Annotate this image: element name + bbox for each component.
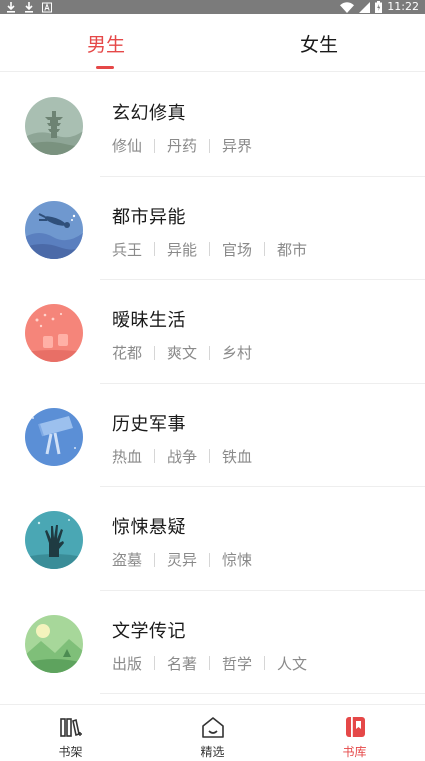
category-tags: 花都 爽文 乡村 [112, 342, 252, 363]
tag[interactable]: 都市 [277, 239, 307, 260]
category-title: 暧昧生活 [112, 310, 186, 331]
status-bar: 11:22 [0, 0, 425, 14]
tag[interactable]: 人文 [277, 653, 307, 674]
tab-female[interactable]: 女生 [213, 14, 425, 72]
tag-separator [209, 242, 211, 256]
diver-icon [25, 200, 83, 259]
category-row-jingsong[interactable]: 惊悚悬疑 盗墓 灵异 惊悚 [0, 487, 425, 591]
nav-label: 精选 [200, 745, 225, 759]
tab-male[interactable]: 男生 [0, 14, 212, 72]
tag-separator [209, 552, 211, 567]
category-title: 惊悚悬疑 [112, 517, 186, 538]
nav-featured[interactable]: 精选 [142, 705, 283, 761]
tag-separator [209, 449, 211, 463]
tag-separator [154, 345, 156, 360]
tag[interactable]: 爽文 [167, 342, 197, 363]
landscape-icon [25, 614, 83, 673]
tag[interactable]: 官场 [222, 239, 252, 260]
category-title: 历史军事 [112, 413, 186, 435]
download-icon [7, 1, 15, 13]
zombie-hand-icon [25, 511, 83, 569]
gender-tabs: 男生 女生 [0, 14, 425, 72]
tag-separator [264, 656, 266, 670]
clock: 11:22 [387, 0, 419, 13]
battery-icon [375, 1, 383, 13]
flowers-icon [25, 304, 83, 362]
wifi-icon [340, 1, 355, 13]
category-tags: 盗墓 灵异 惊悚 [112, 549, 252, 570]
pagoda-icon [25, 97, 83, 155]
system-indicators: 11:22 [340, 0, 419, 14]
tag[interactable]: 铁血 [222, 446, 252, 467]
tag-separator [154, 449, 156, 463]
category-row-dushi[interactable]: 都市异能 兵王 异能 官场 都市 [0, 177, 425, 280]
tag[interactable]: 盗墓 [112, 549, 142, 570]
library-icon [345, 717, 365, 737]
active-tab-indicator [96, 66, 114, 69]
category-title: 玄幻修真 [112, 103, 186, 124]
nav-bookshelf[interactable]: 书架 [0, 705, 141, 761]
category-list: 玄幻修真 修仙 丹药 异界 都市异能 兵王 异能 官场 都市 暧昧生活 花都 爽… [0, 73, 425, 694]
notification-icons [6, 1, 52, 13]
nav-label: 书架 [58, 745, 83, 759]
bookshelf-icon [59, 718, 82, 737]
bottom-nav: 书架 精选 书库 [0, 704, 425, 761]
tag-separator [154, 552, 156, 567]
category-row-wenxue[interactable]: 文学传记 出版 名著 哲学 人文 [0, 591, 425, 694]
category-row-lishi[interactable]: 历史军事 热血 战争 铁血 [0, 384, 425, 487]
tag[interactable]: 出版 [112, 653, 142, 674]
category-title: 文学传记 [112, 620, 186, 642]
category-tags: 修仙 丹药 异界 [112, 135, 252, 156]
nav-label: 书库 [342, 745, 367, 759]
tag[interactable]: 兵王 [112, 239, 142, 260]
tag[interactable]: 灵异 [167, 549, 197, 570]
download-icon [25, 1, 33, 13]
category-tags: 出版 名著 哲学 人文 [112, 653, 307, 674]
tag[interactable]: 异能 [167, 239, 197, 260]
tag[interactable]: 惊悚 [222, 549, 252, 570]
category-row-xuanhuan[interactable]: 玄幻修真 修仙 丹药 异界 [0, 73, 425, 177]
home-icon [201, 717, 224, 738]
tag[interactable]: 异界 [222, 135, 252, 156]
tag[interactable]: 修仙 [112, 135, 142, 156]
category-tags: 热血 战争 铁血 [112, 446, 252, 467]
tag[interactable]: 花都 [112, 342, 142, 363]
tag[interactable]: 热血 [112, 446, 142, 467]
tag[interactable]: 丹药 [167, 135, 197, 156]
nav-library[interactable]: 书库 [284, 705, 425, 761]
category-row-aimei[interactable]: 暧昧生活 花都 爽文 乡村 [0, 280, 425, 384]
tag-separator [154, 138, 156, 153]
tag-separator [209, 138, 211, 153]
app-a-icon [42, 2, 52, 12]
tag-separator [209, 345, 211, 360]
signal-icon [359, 1, 371, 13]
tag[interactable]: 战争 [167, 446, 197, 467]
category-title: 都市异能 [112, 206, 186, 228]
tag-separator [209, 656, 211, 670]
tag[interactable]: 乡村 [222, 342, 252, 363]
tag[interactable]: 名著 [167, 653, 197, 674]
tag-separator [154, 242, 156, 256]
tag-separator [154, 656, 156, 670]
telescope-icon [25, 407, 83, 466]
tag-separator [264, 242, 266, 256]
category-tags: 兵王 异能 官场 都市 [112, 239, 307, 260]
tag[interactable]: 哲学 [222, 653, 252, 674]
divider [100, 693, 425, 694]
